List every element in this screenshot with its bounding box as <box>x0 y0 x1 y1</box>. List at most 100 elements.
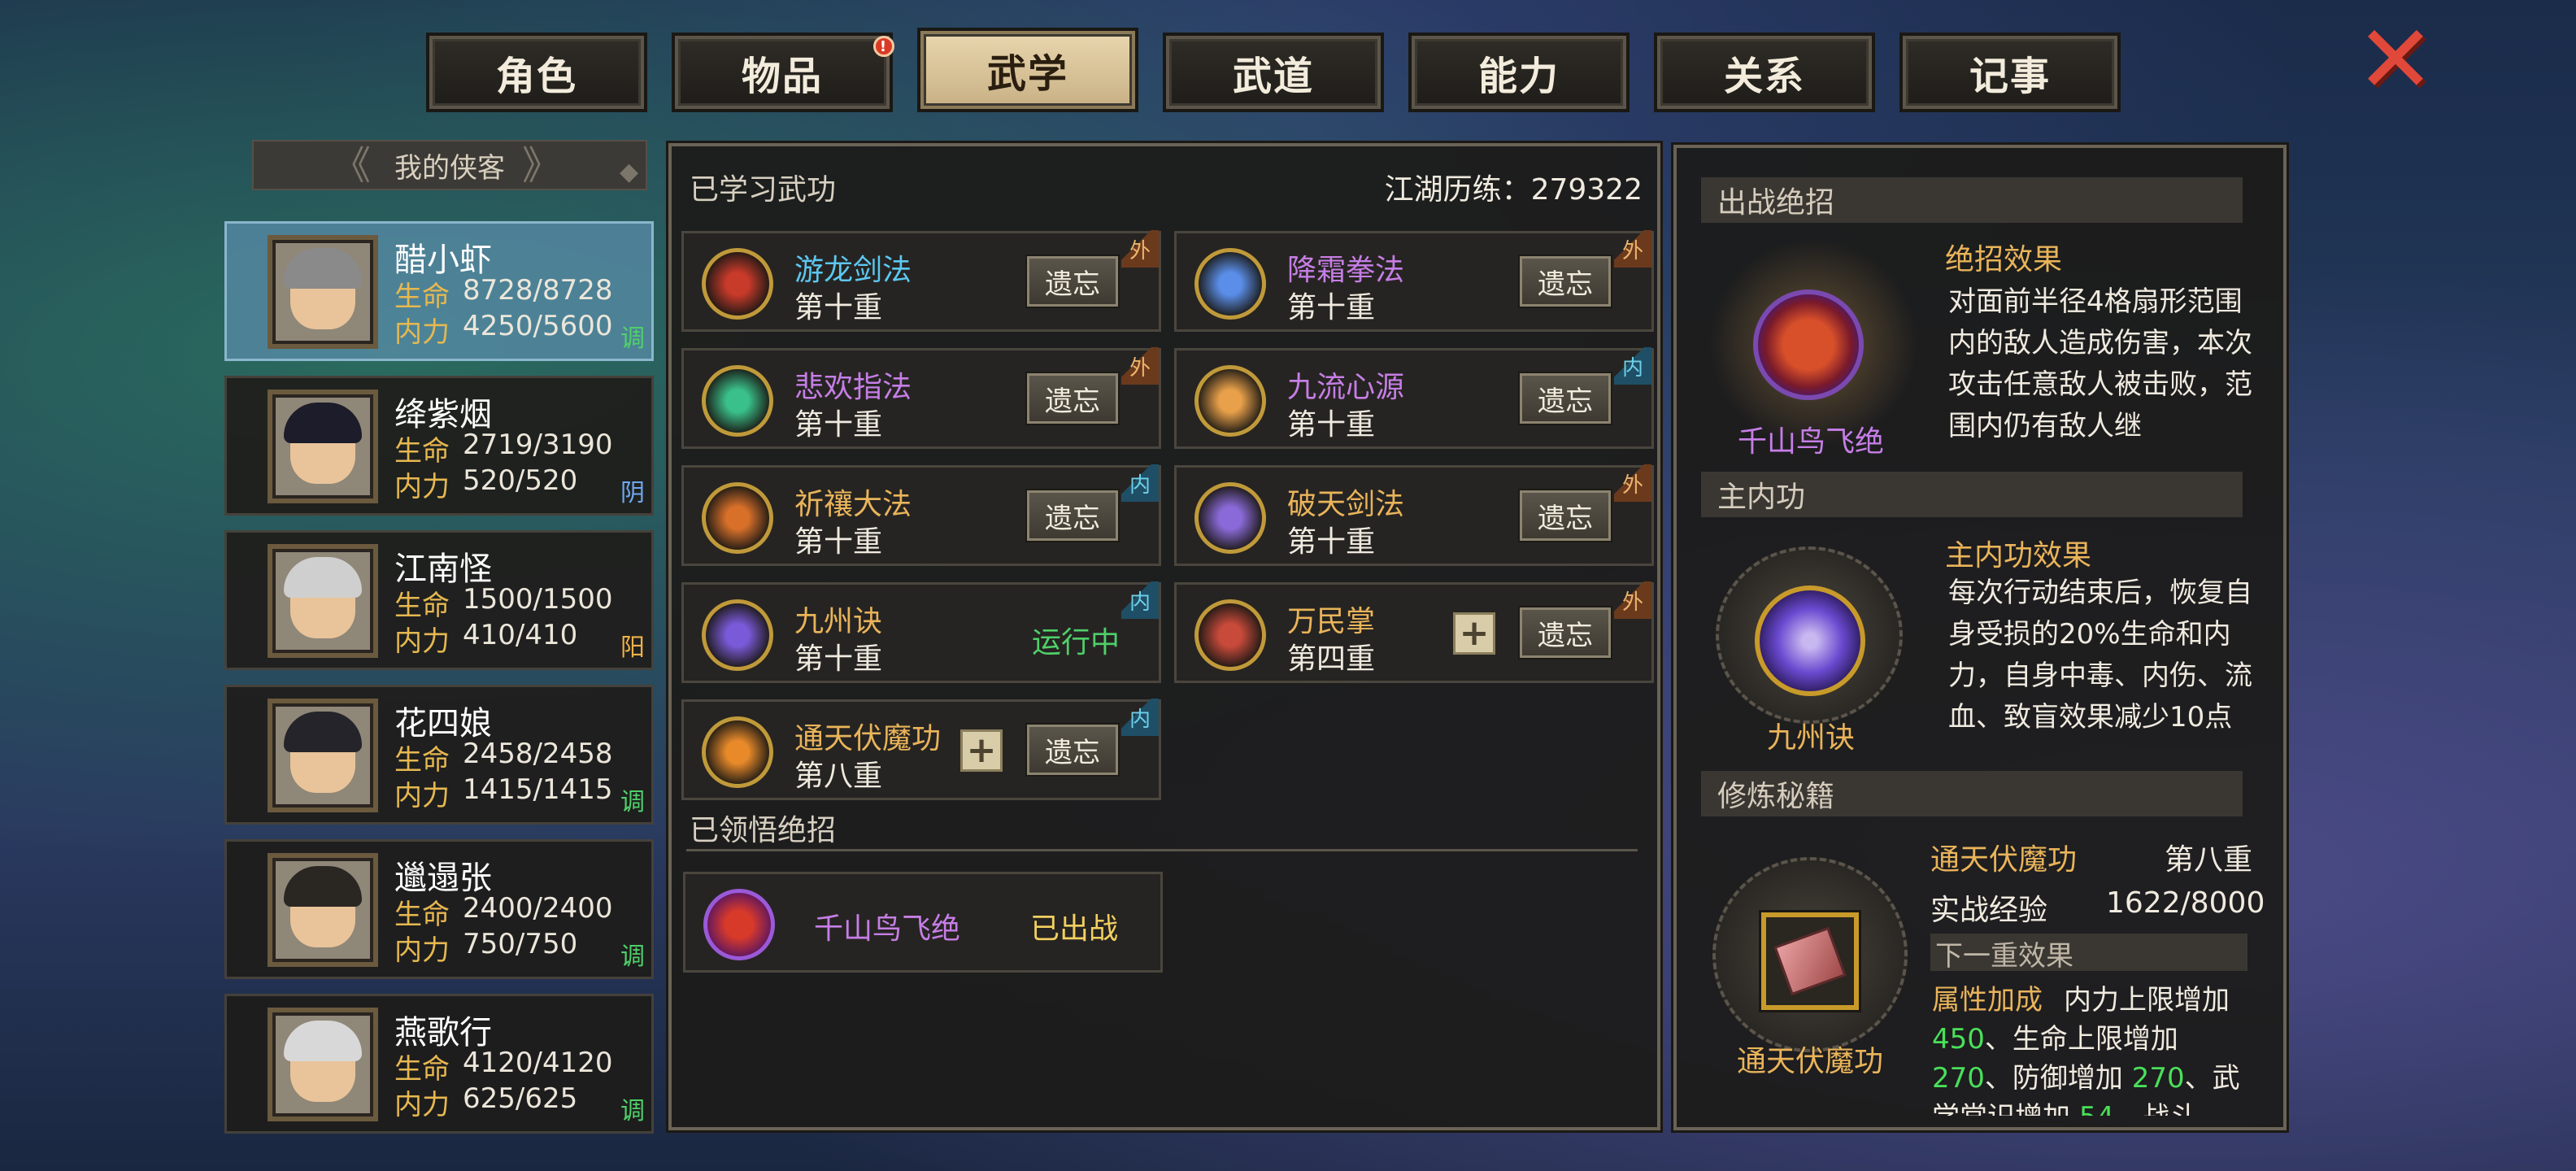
hero-tag: 调 <box>620 788 645 816</box>
forget-button[interactable]: 遗忘 <box>1518 372 1612 425</box>
skill-item[interactable]: 万民掌 第四重 外遗忘 + <box>1174 581 1654 683</box>
skill-item[interactable]: 九州诀 第十重 内运行中 <box>681 581 1161 683</box>
hero-card[interactable]: 燕歌行 生命 4120/4120 内力 625/625 调 <box>224 994 654 1134</box>
next-arrow-icon[interactable]: 》 <box>522 146 561 185</box>
tab-2[interactable]: 物品! <box>672 33 894 112</box>
hp-label: 生命 <box>394 1053 450 1086</box>
skill-item[interactable]: 通天伏魔功 第八重 内遗忘 + <box>681 699 1161 800</box>
hp-value: 1500/1500 <box>463 583 613 616</box>
hero-hair <box>284 1021 362 1061</box>
close-icon[interactable]: ✕ <box>2352 13 2439 107</box>
ultimate-icon <box>703 889 775 960</box>
forget-button[interactable]: 遗忘 <box>1025 255 1120 308</box>
mp-value: 750/750 <box>463 928 578 960</box>
hero-portrait <box>268 853 378 967</box>
forget-button[interactable]: 遗忘 <box>1025 723 1120 777</box>
divider <box>686 849 1638 851</box>
hero-card[interactable]: 绛紫烟 生命 2719/3190 内力 520/520 阴 <box>224 376 654 516</box>
alert-badge-icon: ! <box>873 36 894 57</box>
hp-value: 4120/4120 <box>463 1047 613 1079</box>
skill-name: 九流心源 <box>1287 371 1405 404</box>
tab-4[interactable]: 武道 <box>1163 33 1384 112</box>
hp-label: 生命 <box>394 435 450 468</box>
ritual-icon <box>702 482 773 554</box>
attr-value: 54 <box>2079 1101 2114 1116</box>
next-level-effect: 属性加成内力上限增加 450、生命上限增加 270、防御增加 270、武学常识增… <box>1932 981 2251 1116</box>
mp-value: 4250/5600 <box>463 310 613 342</box>
hp-value: 2400/2400 <box>463 892 613 925</box>
ultimate-status: 已出战 <box>1030 912 1119 946</box>
forget-button[interactable]: 遗忘 <box>1025 489 1120 542</box>
skill-item[interactable]: 九流心源 第十重 内遗忘 <box>1174 347 1654 449</box>
main-section-header: 主内功 <box>1701 472 2243 517</box>
tab-label: 角色 <box>495 54 577 99</box>
skill-item[interactable]: 降霜拳法 第十重 外遗忘 <box>1174 230 1654 332</box>
skill-item[interactable]: 祈禳大法 第十重 内遗忘 <box>681 464 1161 566</box>
sword-icon <box>702 248 773 320</box>
tab-5[interactable]: 能力 <box>1408 33 1630 112</box>
palm-icon <box>1194 599 1266 671</box>
prev-arrow-icon[interactable]: 《 <box>332 146 371 185</box>
skill-type-tag: 外 <box>1614 464 1651 502</box>
skill-name: 破天剑法 <box>1287 488 1405 521</box>
mp-label: 内力 <box>394 1089 450 1121</box>
skill-level: 第八重 <box>794 760 883 793</box>
hero-portrait <box>268 1008 378 1121</box>
forget-button[interactable]: 遗忘 <box>1518 255 1612 308</box>
main-badge-icon <box>1755 586 1865 696</box>
finger-icon <box>702 365 773 437</box>
tab-7[interactable]: 记事 <box>1899 33 2121 112</box>
attr-value: 270 <box>1932 1062 1985 1095</box>
hero-card[interactable]: 邋遢张 生命 2400/2400 内力 750/750 调 <box>224 839 654 979</box>
cult-exp-value: 1622/8000 <box>2106 886 2265 920</box>
skill-item[interactable]: 游龙剑法 第十重 外遗忘 <box>681 230 1161 332</box>
tab-6[interactable]: 关系 <box>1654 33 1875 112</box>
main-effect-text: 每次行动结束后，恢复自身受损的20%生命和内力，自身中毒、内伤、流血、致盲效果减… <box>1948 577 2252 734</box>
ultimate-badge-icon <box>1753 289 1864 400</box>
forget-button[interactable]: 遗忘 <box>1518 606 1612 660</box>
skill-level: 第十重 <box>1287 291 1376 324</box>
mp-label: 内力 <box>394 780 450 812</box>
forget-button[interactable]: 遗忘 <box>1025 372 1120 425</box>
tab-3[interactable]: 武学 <box>917 28 1138 112</box>
tab-label: 物品 <box>741 54 823 99</box>
ultimate-section-header: 出战绝招 <box>1701 177 2243 223</box>
hero-portrait <box>268 390 378 503</box>
hp-label: 生命 <box>394 744 450 777</box>
hero-hair <box>284 403 362 443</box>
running-status: 运行中 <box>1032 626 1120 660</box>
hp-label: 生命 <box>394 590 450 622</box>
skills-panel: 已学习武功 江湖历练：279322 游龙剑法 第十重外遗忘 降霜拳法 第十重外遗忘 悲欢… <box>666 141 1663 1133</box>
plus-icon[interactable]: + <box>1453 612 1495 655</box>
skill-item[interactable]: 破天剑法 第十重 外遗忘 <box>1174 464 1654 566</box>
skill-item[interactable]: 悲欢指法 第十重 外遗忘 <box>681 347 1161 449</box>
cult-skill-name: 通天伏魔功 <box>1930 843 2078 877</box>
skill-name: 悲欢指法 <box>794 371 912 404</box>
tab-1[interactable]: 角色 <box>426 33 647 112</box>
sky-sword-icon <box>1194 482 1266 554</box>
mp-label: 内力 <box>394 625 450 658</box>
hero-hair <box>284 557 362 598</box>
skill-level: 第十重 <box>794 408 883 442</box>
hero-hair <box>284 248 362 289</box>
skill-name: 游龙剑法 <box>794 254 912 287</box>
mp-value: 410/410 <box>463 619 578 651</box>
book-cover <box>1773 926 1847 996</box>
hero-portrait <box>268 699 378 812</box>
mp-label: 内力 <box>394 471 450 503</box>
hero-card[interactable]: 江南怪 生命 1500/1500 内力 410/410 阳 <box>224 530 654 670</box>
hero-card[interactable]: 醋小虾 生命 8728/8728 内力 4250/5600 调 <box>224 221 654 361</box>
tab-label: 关系 <box>1723 54 1805 99</box>
skill-type-tag: 外 <box>1614 581 1651 619</box>
skill-name: 祈禳大法 <box>794 488 912 521</box>
forget-button[interactable]: 遗忘 <box>1518 489 1612 542</box>
plus-icon[interactable]: + <box>960 729 1003 772</box>
hp-label: 生命 <box>394 899 450 931</box>
ultimate-item[interactable]: 千山鸟飞绝 已出战 <box>683 872 1163 973</box>
attr-text: 内力上限增加 <box>2064 984 2230 1016</box>
ultimate-badge-name: 千山鸟飞绝 <box>1737 425 1884 459</box>
hero-card[interactable]: 花四娘 生命 2458/2458 内力 1415/1415 调 <box>224 685 654 825</box>
skill-type-tag: 外 <box>1614 230 1651 268</box>
cult-exp-label: 实战经验 <box>1930 894 2048 927</box>
skill-type-tag: 内 <box>1614 347 1651 385</box>
